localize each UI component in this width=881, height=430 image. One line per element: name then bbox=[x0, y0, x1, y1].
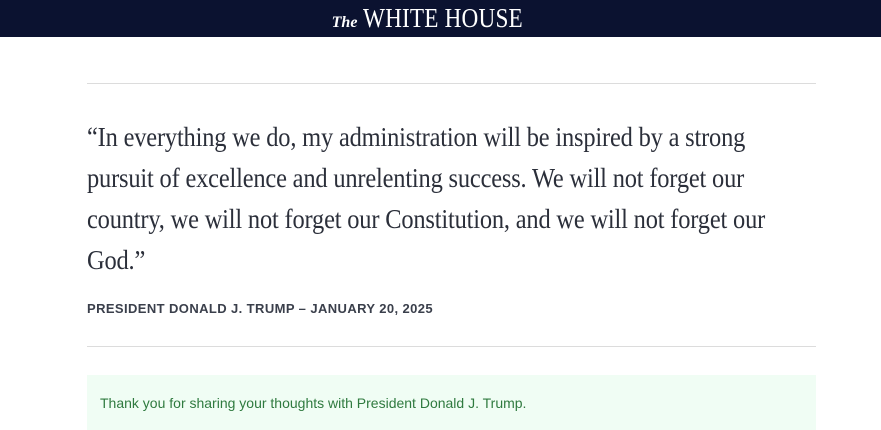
site-header: The WHITE HOUSE bbox=[0, 0, 881, 37]
main-content: “In everything we do, my administration … bbox=[87, 83, 816, 430]
confirmation-message: Thank you for sharing your thoughts with… bbox=[87, 375, 816, 430]
quote-attribution: PRESIDENT DONALD J. TRUMP – JANUARY 20, … bbox=[87, 301, 434, 316]
top-divider bbox=[87, 83, 816, 84]
bottom-divider bbox=[87, 346, 816, 347]
inaugural-quote: “In everything we do, my administration … bbox=[87, 122, 766, 275]
logo-wordmark: WHITE HOUSE bbox=[363, 3, 524, 33]
confirmation-text: Thank you for sharing your thoughts with… bbox=[100, 394, 527, 411]
logo-prefix: The bbox=[331, 14, 358, 31]
site-logo-link[interactable]: The WHITE HOUSE bbox=[332, 5, 550, 32]
